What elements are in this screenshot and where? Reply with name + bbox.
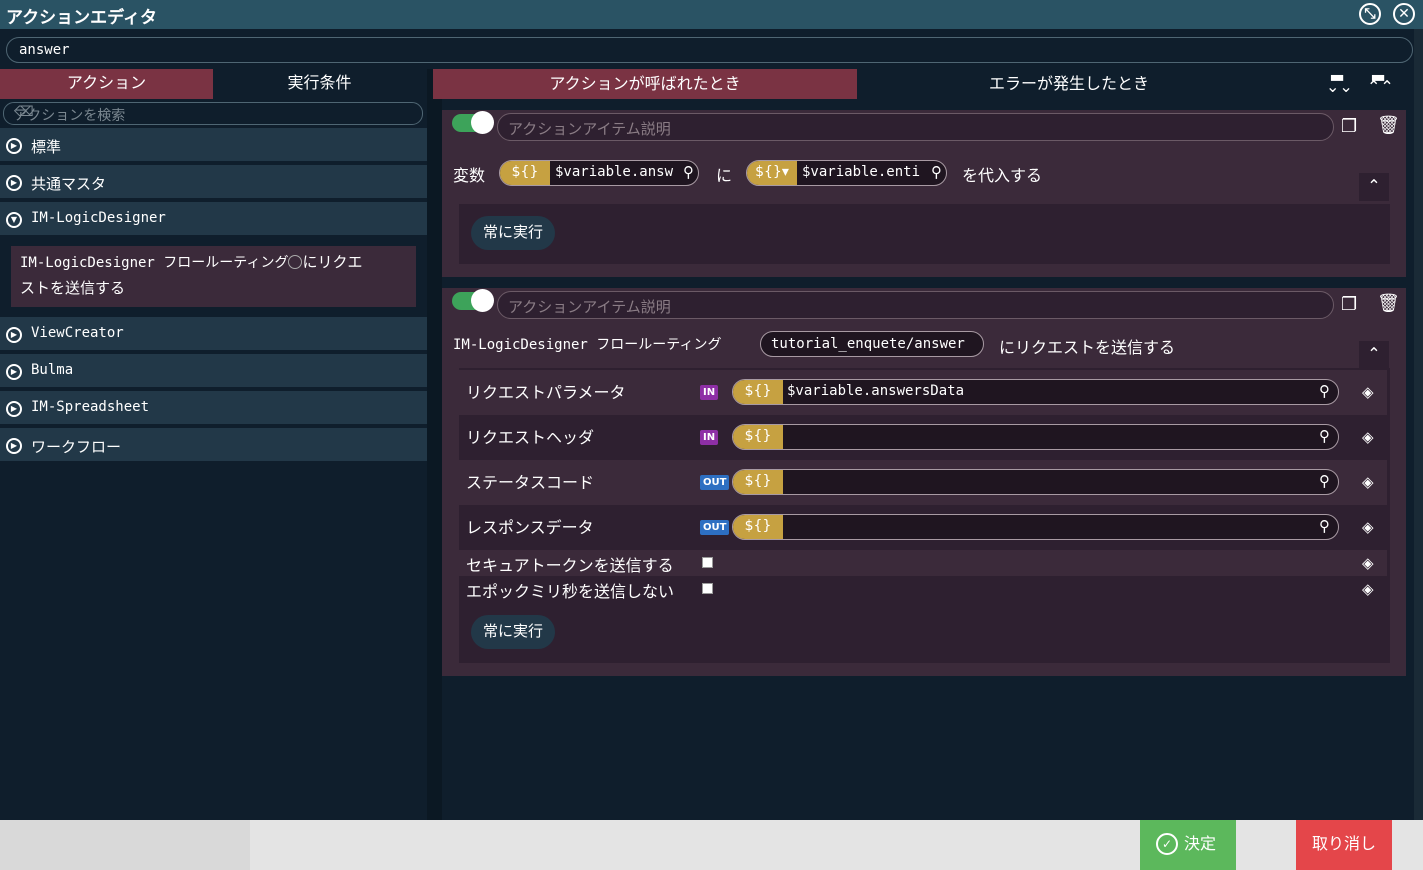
action-card-routing: アクションアイテム説明 ❐ 🗑 IM-LogicDesigner フロールーティ…: [442, 288, 1406, 676]
expand-icon: ▶: [6, 138, 22, 154]
left-panel: アクション 実行条件 アクションを検索 ⌫ ▶ 標準 ▶ 共通マスタ ▼ IM-Log…: [0, 69, 427, 820]
param-row: ステータスコード OUT ${} ⚲ ◈: [459, 460, 1387, 505]
route-input[interactable]: tutorial_enquete/answer: [760, 331, 984, 357]
enable-toggle[interactable]: [452, 289, 494, 312]
scrollbar[interactable]: [1414, 29, 1423, 820]
search-icon[interactable]: ⚲: [683, 163, 694, 181]
trash-icon[interactable]: 🗑: [1377, 293, 1400, 314]
expand-icon: ▶: [6, 364, 22, 380]
circle-icon: [288, 255, 303, 269]
ok-button[interactable]: ✓ 決定: [1140, 820, 1236, 870]
category-bulma[interactable]: ▶ Bulma: [0, 354, 427, 389]
category-standard[interactable]: ▶ 標準: [0, 128, 427, 163]
window-title: アクションエディタ: [6, 8, 157, 28]
footer: ✓ 決定 取り消し: [0, 820, 1423, 870]
out-badge: OUT: [700, 475, 730, 490]
params-area: リクエストパラメータ IN ${} $variable.answersData ⚲ …: [459, 368, 1390, 663]
action-filter-input[interactable]: アクションを検索 ⌫: [3, 102, 423, 125]
param-row: リクエストヘッダ IN ${} ⚲ ◈: [459, 415, 1387, 460]
expand-icon: ▶: [6, 438, 22, 454]
expand-icon: ▶: [6, 401, 22, 417]
panel-divider[interactable]: [427, 69, 442, 820]
cancel-button[interactable]: 取り消し: [1296, 820, 1392, 870]
epoch-checkbox[interactable]: [702, 583, 713, 594]
compress-icon[interactable]: ⤡: [1359, 3, 1381, 25]
collapse-all-icon[interactable]: ▬ ⌃⌃: [1367, 69, 1394, 95]
param-value-input[interactable]: ${} $variable.answersData ⚲: [732, 379, 1339, 405]
action-card-assign: アクションアイテム説明 ❐ 🗑 変数 ${} $variable.answ ⚲ …: [442, 110, 1406, 277]
search-value: answer: [19, 42, 70, 58]
param-value-input[interactable]: ${} ⚲: [732, 424, 1339, 450]
tab-on-error[interactable]: エラーが発生したとき: [857, 69, 1281, 99]
description-input[interactable]: アクションアイテム説明: [497, 291, 1334, 319]
variable-label: 変数: [453, 166, 486, 185]
action-item-flow-routing[interactable]: IM-LogicDesigner フロールーティング にリクエ ストを送信する: [11, 246, 416, 307]
collapse-icon[interactable]: ⌃: [1359, 173, 1389, 201]
variable-target-input[interactable]: ${} $variable.answ ⚲: [499, 160, 699, 186]
eraser-icon[interactable]: ◈: [1362, 518, 1374, 536]
collapse-icon: ▼: [6, 212, 22, 228]
eraser-icon[interactable]: ◈: [1362, 473, 1374, 491]
param-row: リクエストパラメータ IN ${} $variable.answersData ⚲ …: [459, 370, 1387, 415]
category-spreadsheet[interactable]: ▶ IM-Spreadsheet: [0, 391, 427, 426]
param-value-input[interactable]: ${} ⚲: [732, 514, 1339, 540]
search-icon[interactable]: ⚲: [1319, 472, 1330, 490]
search-icon[interactable]: ⚲: [931, 163, 942, 181]
trash-icon[interactable]: 🗑: [1377, 115, 1400, 136]
routing-prefix: IM-LogicDesigner フロールーティング: [453, 337, 722, 353]
in-badge: IN: [700, 430, 719, 445]
in-badge: IN: [700, 385, 719, 400]
search-icon[interactable]: ⚲: [1319, 382, 1330, 400]
enable-toggle[interactable]: [452, 111, 494, 134]
always-run-button[interactable]: 常に実行: [471, 615, 555, 649]
check-icon: ✓: [1156, 833, 1178, 855]
expand-icon: ▶: [6, 175, 22, 191]
condition-area: 常に実行: [459, 204, 1390, 264]
tab-on-called[interactable]: アクションが呼ばれたとき: [433, 69, 857, 99]
search-icon[interactable]: ⚲: [1319, 427, 1330, 445]
eraser-icon[interactable]: ◈: [1362, 554, 1374, 572]
eraser-icon[interactable]: ◈: [1362, 580, 1374, 598]
close-icon[interactable]: ✕: [1393, 3, 1415, 25]
eraser-icon[interactable]: ◈: [1362, 428, 1374, 446]
expand-icon: ▶: [6, 327, 22, 343]
param-row: レスポンスデータ OUT ${} ⚲ ◈: [459, 505, 1387, 550]
type-dropdown[interactable]: ${}▾: [747, 161, 797, 185]
tab-action[interactable]: アクション: [0, 69, 213, 99]
out-badge: OUT: [700, 520, 730, 535]
checkbox-row: セキュアトークンを送信する ◈: [459, 550, 1387, 576]
description-input[interactable]: アクションアイテム説明: [497, 113, 1334, 141]
checkbox-row: エポックミリ秒を送信しない ◈: [466, 580, 1374, 601]
copy-icon[interactable]: ❐: [1341, 294, 1357, 315]
param-value-input[interactable]: ${} ⚲: [732, 469, 1339, 495]
secure-token-checkbox[interactable]: [702, 557, 713, 568]
category-logicdesigner[interactable]: ▼ IM-LogicDesigner: [0, 202, 427, 237]
tab-condition[interactable]: 実行条件: [213, 69, 426, 99]
copy-icon[interactable]: ❐: [1341, 116, 1357, 137]
eraser-icon[interactable]: ⌫: [14, 104, 418, 120]
variable-source-input[interactable]: ${}▾ $variable.enti ⚲: [746, 160, 947, 186]
always-run-button[interactable]: 常に実行: [471, 216, 555, 250]
collapse-icon[interactable]: ⌃: [1359, 341, 1389, 369]
category-common-master[interactable]: ▶ 共通マスタ: [0, 165, 427, 200]
eraser-icon[interactable]: ◈: [1362, 383, 1374, 401]
title-bar: アクションエディタ ⤡ ✕: [0, 0, 1423, 29]
search-input[interactable]: answer: [6, 37, 1413, 63]
category-workflow[interactable]: ▶ ワークフロー: [0, 428, 427, 463]
category-viewcreator[interactable]: ▶ ViewCreator: [0, 317, 427, 352]
search-icon[interactable]: ⚲: [1319, 517, 1330, 535]
expand-all-icon[interactable]: ▬ ⌄⌄: [1326, 69, 1353, 95]
